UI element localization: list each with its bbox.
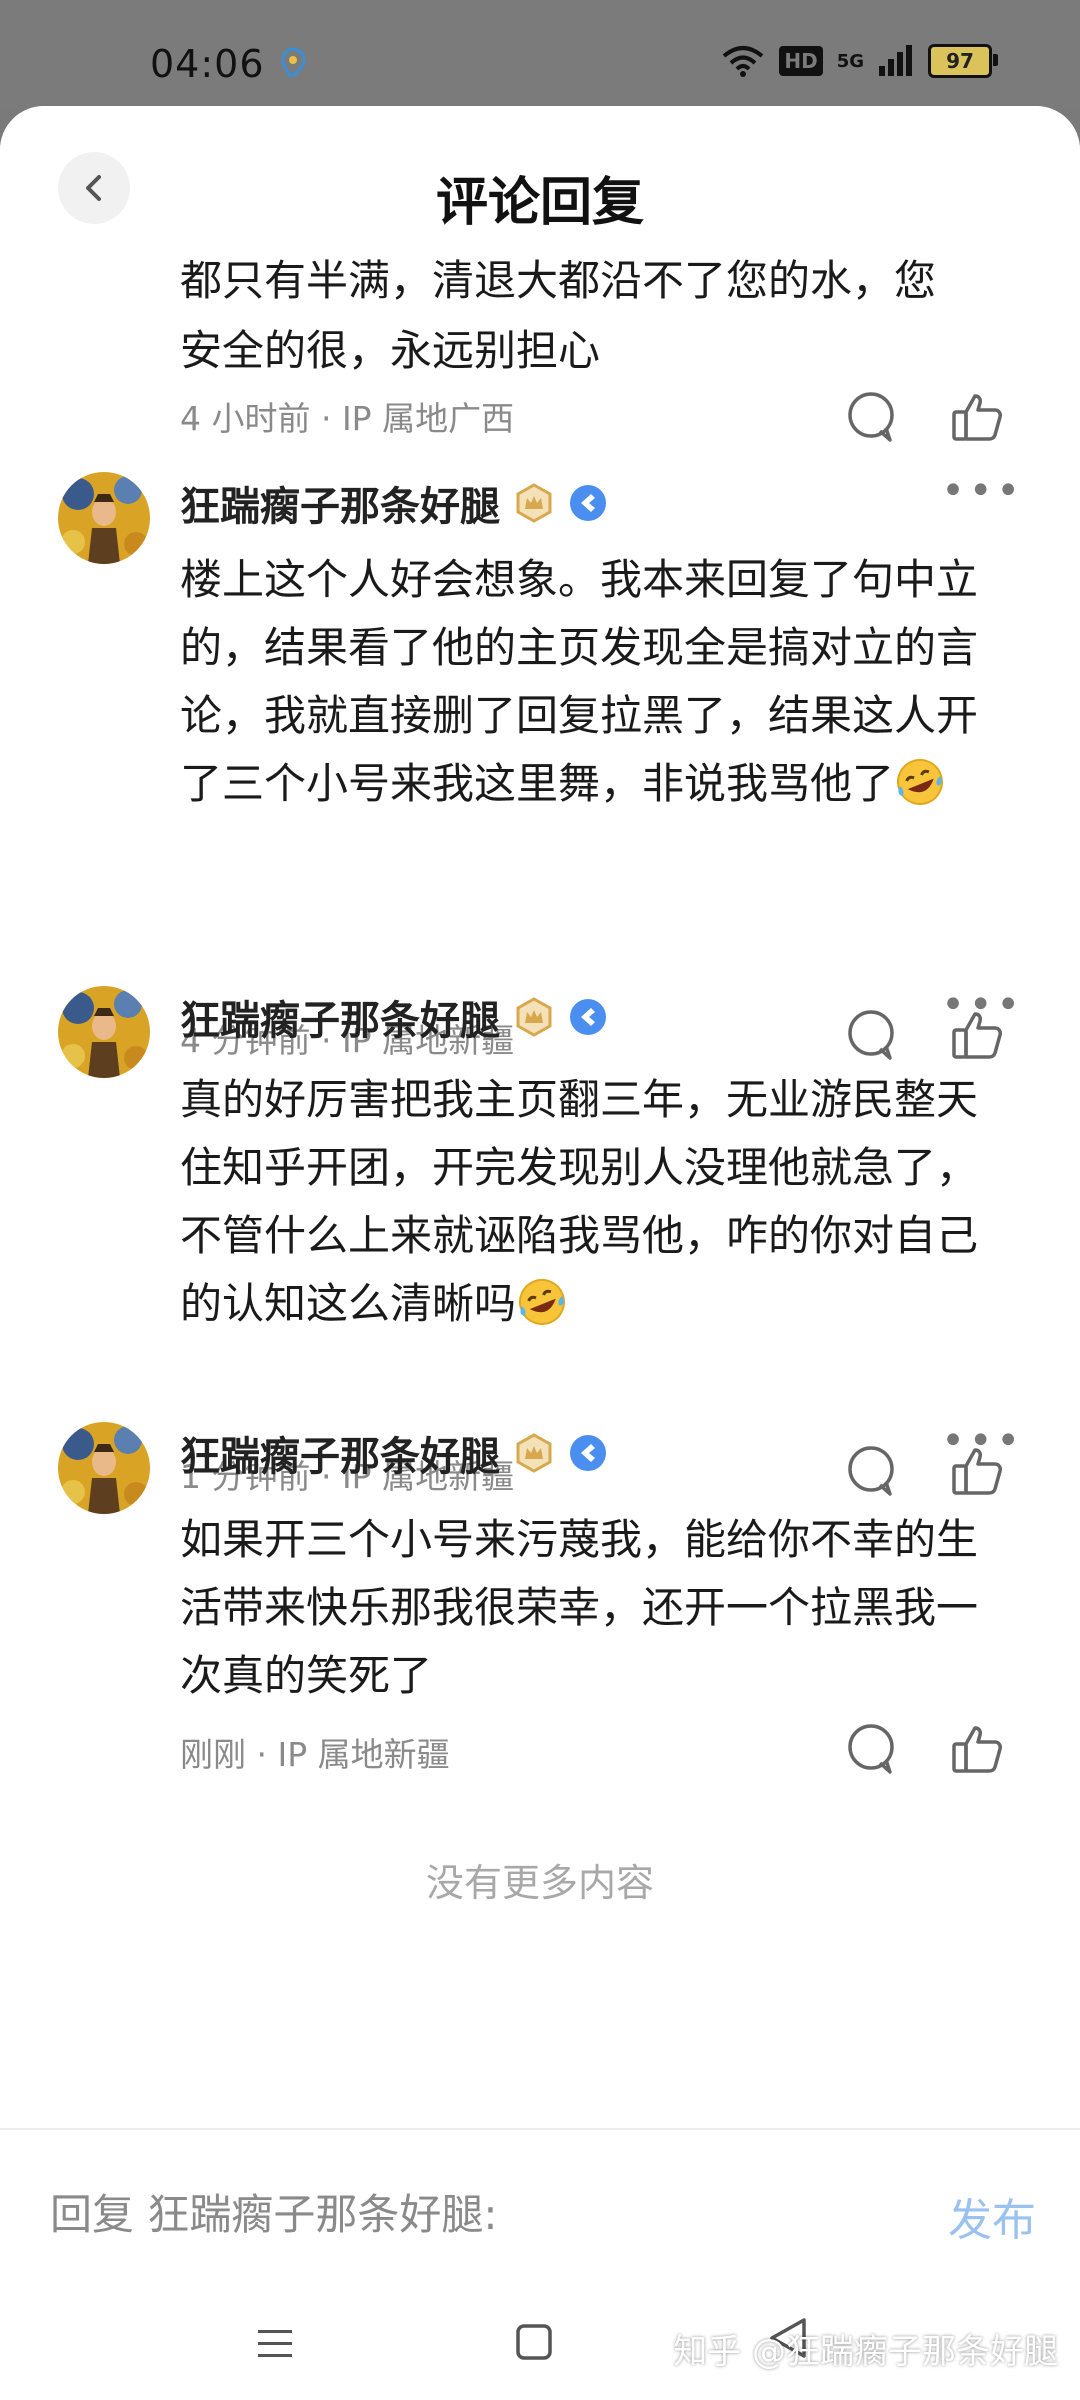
page-title: 评论回复 [435, 173, 644, 233]
status-time: 04:06 [150, 42, 265, 86]
author-name[interactable]: 狂踹瘸子那条好腿 [180, 474, 500, 532]
status-icons: HD 5G 97 [721, 44, 998, 78]
reply-icon[interactable] [842, 388, 900, 446]
publish-button[interactable]: 发布 [948, 2184, 1036, 2248]
partial-comment-text: 都只有半满，清退大都沿不了您的水，您 安全的很，永远别担心 [180, 246, 1000, 386]
author-name[interactable]: 狂踹瘸子那条好腿 [180, 1424, 500, 1482]
comment-reply-sheet: 都只有半满，清退大都沿不了您的水，您 安全的很，永远别担心 4 小时前 · IP… [0, 106, 1080, 2400]
crown-badge-icon [516, 997, 552, 1037]
comment-author[interactable]: 狂踹瘸子那条好腿 [180, 1424, 608, 1482]
no-more-content: 没有更多内容 [425, 1861, 654, 1905]
comment-text: 如果开三个小号来污蔑我，能给你不幸的生活带来快乐那我很荣幸，还开一个拉黑我一次真… [180, 1506, 1002, 1710]
like-icon[interactable] [948, 388, 1006, 446]
rofl-emoji-icon [519, 1279, 566, 1325]
more-icon[interactable]: ••• [941, 468, 1024, 514]
notification-icon [281, 47, 306, 77]
avatar[interactable] [58, 1422, 150, 1514]
comment-body: 如果开三个小号来污蔑我，能给你不幸的生活带来快乐那我很荣幸，还开一个拉黑我一次真… [180, 1515, 979, 1700]
hd-indicator: HD [779, 46, 823, 76]
watermark: 知乎 @狂踹瘸子那条好腿 [673, 2332, 1058, 2372]
comment-body: 真的好厉害把我主页翻三年，无业游民整天住知乎开团，开完发现别人没理他就急了，不管… [180, 1075, 979, 1328]
comment-meta: 刚刚 · IP 属地新疆 [180, 1735, 450, 1774]
home-icon[interactable] [510, 2318, 558, 2366]
comment-body: 楼上这个人好会想象。我本来回复了句中立的，结果看了他的主页发现全是搞对立的言论，… [180, 555, 979, 808]
crown-badge-icon [516, 1433, 552, 1473]
comment-text: 楼上这个人好会想象。我本来回复了句中立的，结果看了他的主页发现全是搞对立的言论，… [180, 546, 1002, 818]
header: 评论回复 [0, 106, 1080, 246]
more-icon[interactable]: ••• [941, 982, 1024, 1028]
like-icon[interactable] [948, 1720, 1006, 1778]
comment-author[interactable]: 狂踹瘸子那条好腿 [180, 474, 608, 532]
status-bar: 04:06 HD 5G 97 [0, 0, 1080, 110]
avatar[interactable] [58, 472, 150, 564]
battery-icon: 97 [928, 44, 998, 78]
creator-badge-icon [570, 1435, 606, 1471]
menu-icon[interactable] [250, 2318, 300, 2368]
comment-meta: 4 小时前 · IP 属地广西 [180, 399, 515, 438]
reply-bar: 发布 [0, 2130, 1080, 2280]
creator-badge-icon [570, 485, 606, 521]
comment-list[interactable]: 都只有半满，清退大都沿不了您的水，您 安全的很，永远别担心 4 小时前 · IP… [0, 106, 1080, 2126]
reply-icon[interactable] [842, 1442, 900, 1500]
network-indicator: 5G [836, 50, 864, 72]
system-nav-bar: 知乎 @狂踹瘸子那条好腿 [0, 2296, 1080, 2400]
reply-icon[interactable] [842, 1006, 900, 1064]
partial-line-2: 安全的很，永远别担心 [180, 326, 601, 375]
more-icon[interactable]: ••• [941, 1418, 1024, 1464]
signal-icon [879, 45, 912, 76]
reply-icon[interactable] [842, 1720, 900, 1778]
reply-input[interactable] [50, 2184, 910, 2244]
creator-badge-icon [570, 999, 606, 1035]
crown-badge-icon [516, 483, 552, 523]
avatar[interactable] [58, 986, 150, 1078]
comment-text: 真的好厉害把我主页翻三年，无业游民整天住知乎开团，开完发现别人没理他就急了，不管… [180, 1066, 1002, 1338]
partial-line-1: 都只有半满，清退大都沿不了您的水，您 [180, 256, 937, 305]
rofl-emoji-icon [897, 759, 944, 805]
comment-author[interactable]: 狂踹瘸子那条好腿 [180, 988, 608, 1046]
author-name[interactable]: 狂踹瘸子那条好腿 [180, 988, 500, 1046]
wifi-icon [723, 46, 764, 77]
